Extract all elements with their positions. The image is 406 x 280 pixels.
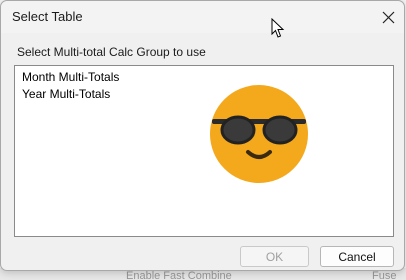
- screen: Enable Fast Combine Fuse Select Table Se…: [0, 0, 406, 280]
- close-icon: [382, 11, 394, 23]
- ok-button[interactable]: OK: [240, 246, 309, 267]
- title-bar[interactable]: Select Table: [1, 1, 404, 33]
- sunglasses-emoji: [210, 85, 308, 183]
- mouse-pointer-icon: [271, 18, 285, 38]
- cancel-button[interactable]: Cancel: [320, 246, 394, 267]
- select-table-dialog: Select Table Select Multi-total Calc Gro…: [0, 0, 405, 271]
- list-item-month-multi-totals[interactable]: Month Multi-Totals: [22, 70, 119, 84]
- dialog-title: Select Table: [12, 9, 83, 24]
- prompt-label: Select Multi-total Calc Group to use: [17, 45, 206, 59]
- background-peek-text: Enable Fast Combine: [126, 270, 232, 280]
- list-item-year-multi-totals[interactable]: Year Multi-Totals: [22, 87, 110, 101]
- calc-group-listbox[interactable]: Month Multi-Totals Year Multi-Totals: [14, 65, 394, 237]
- close-button[interactable]: [373, 2, 403, 32]
- background-peek-right: Fuse: [372, 270, 397, 280]
